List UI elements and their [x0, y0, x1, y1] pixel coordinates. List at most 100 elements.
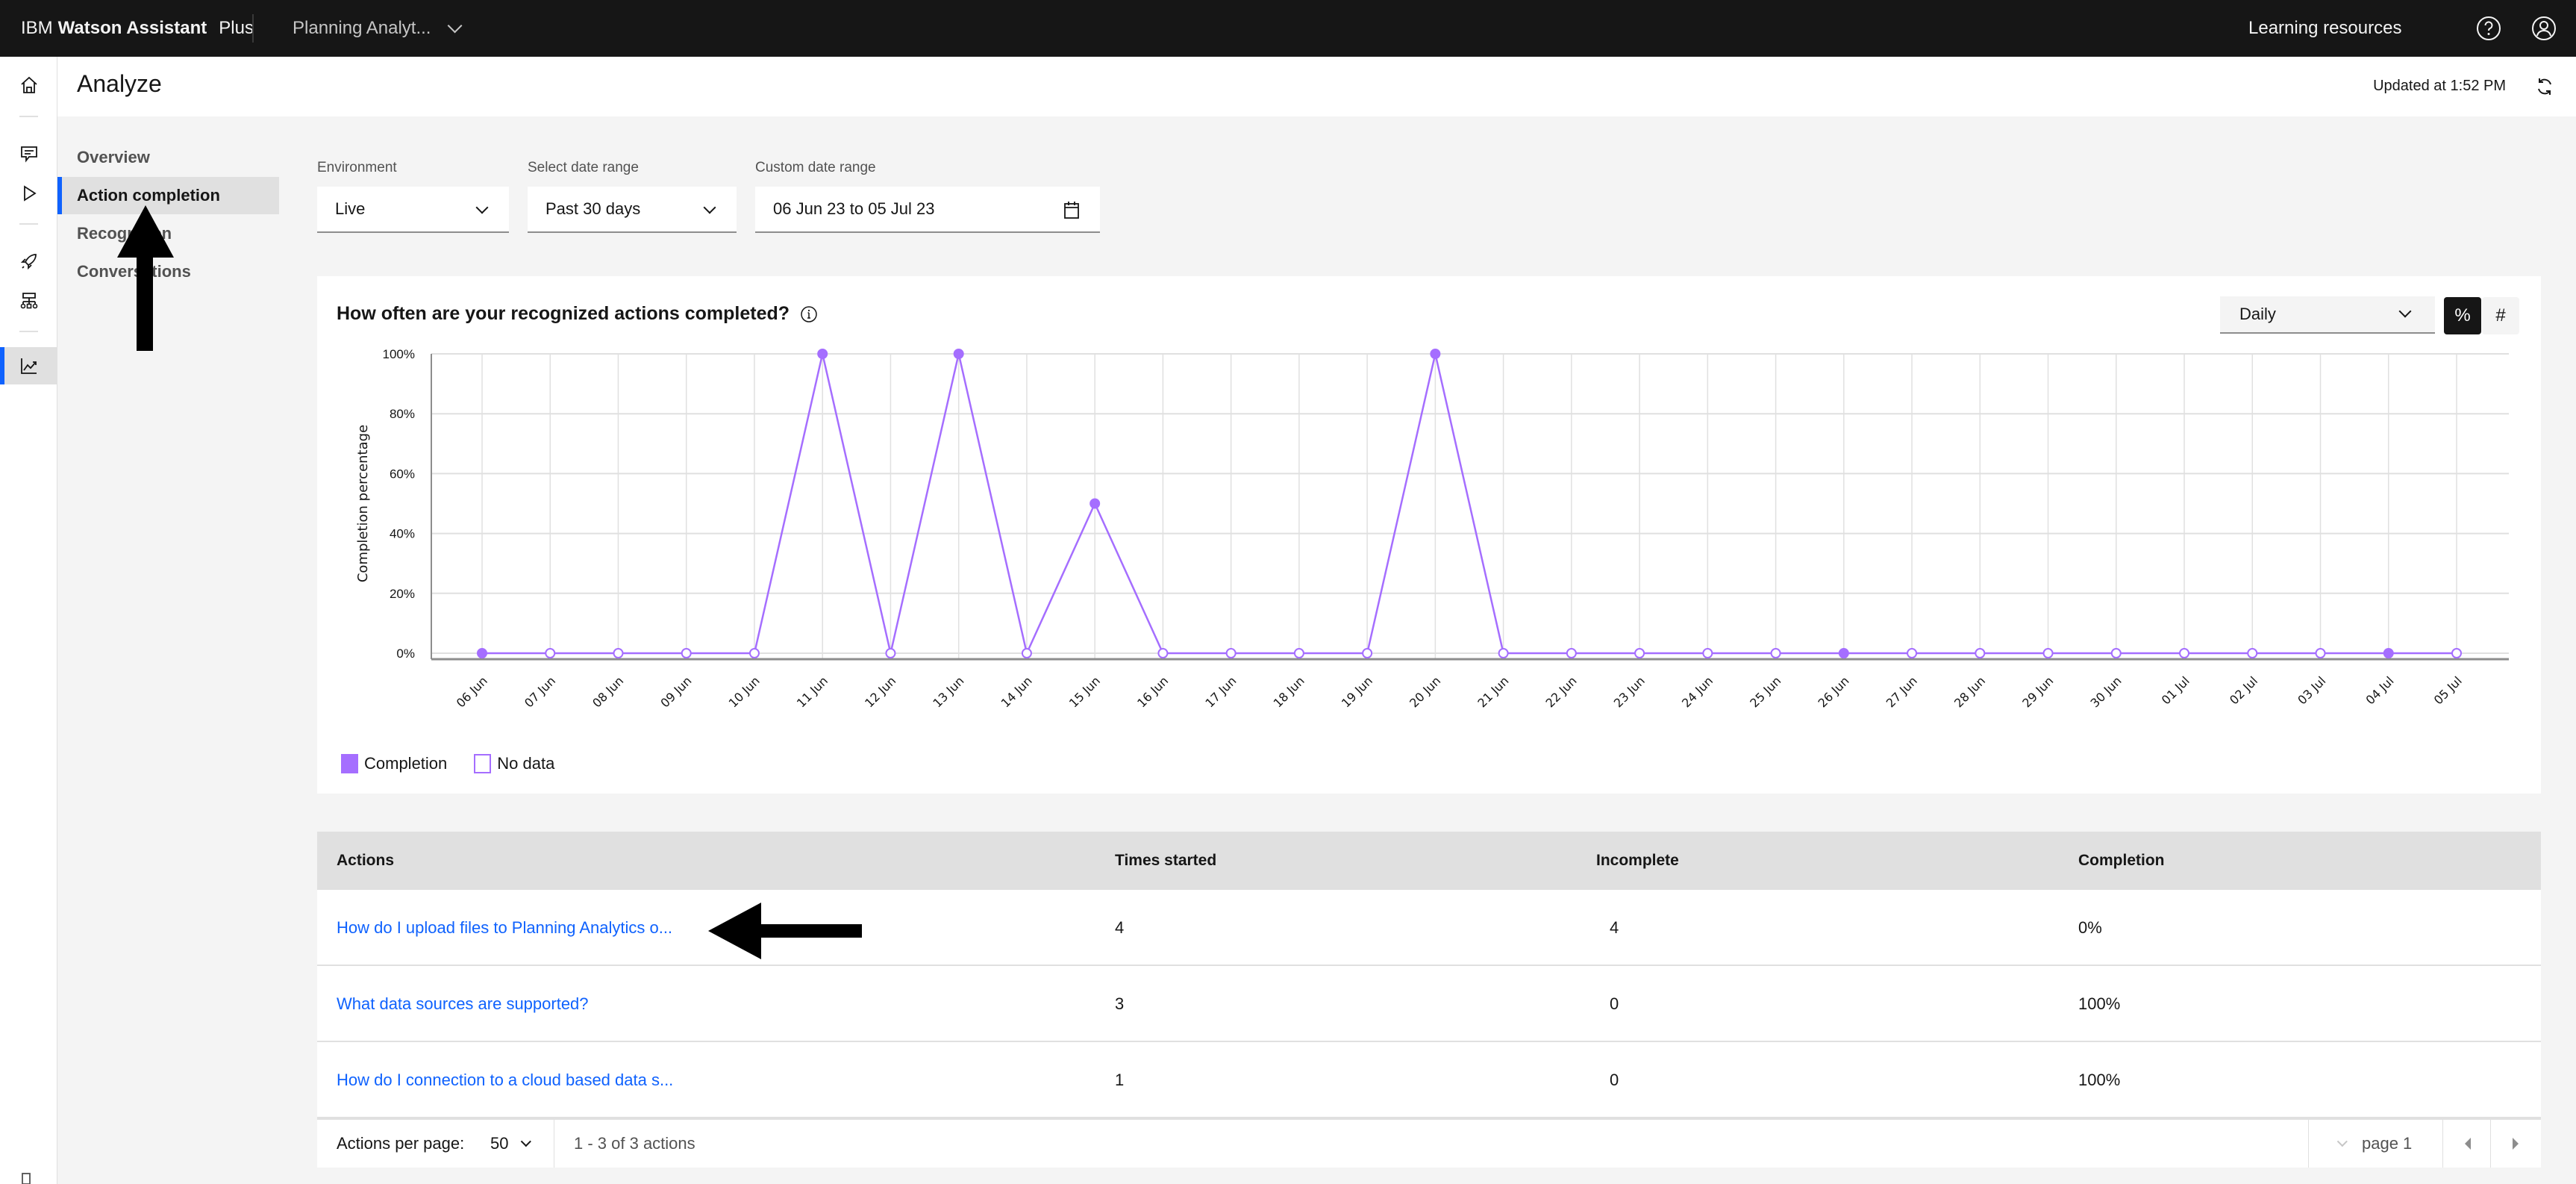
pager-divider [2442, 1120, 2443, 1168]
chevron-down-icon [475, 201, 489, 214]
x-tick-label: 30 Jun [2088, 673, 2125, 710]
y-tick-label: 20% [390, 587, 415, 601]
no-data-point [1770, 648, 1781, 658]
rail-publish[interactable] [0, 243, 57, 280]
completion-series-line [482, 353, 2457, 656]
incomplete-cell: 4 [1610, 918, 1619, 937]
table-row: How do I upload files to Planning Analyt… [317, 890, 2541, 966]
rocket-icon [20, 254, 37, 270]
data-point [817, 349, 828, 359]
no-data-point [1907, 648, 1918, 658]
x-tick-label: 08 Jun [590, 673, 626, 710]
user-avatar-icon[interactable] [2530, 15, 2557, 42]
play-icon [23, 185, 37, 202]
rail-home[interactable] [0, 66, 57, 104]
rail-divider [19, 116, 38, 117]
column-header-times-started[interactable]: Times started [1115, 832, 1216, 890]
percent-toggle[interactable]: % [2444, 297, 2481, 334]
subnav-action-completion[interactable]: Action completion [57, 177, 279, 214]
rail-analyze[interactable] [0, 347, 57, 384]
no-data-point [1498, 648, 1509, 658]
chart-title: How often are your recognized actions co… [337, 303, 818, 325]
hierarchy-icon [20, 293, 37, 309]
action-link[interactable]: How do I connection to a cloud based dat… [337, 1042, 673, 1118]
x-tick-label: 24 Jun [1679, 673, 1716, 710]
per-page-value: 50 [490, 1134, 509, 1153]
environment-value: Live [335, 199, 366, 218]
action-link[interactable]: How do I upload files to Planning Analyt… [337, 890, 672, 966]
x-tick-label: 13 Jun [930, 673, 966, 710]
data-point [1090, 498, 1101, 509]
granularity-dropdown[interactable]: Daily [2220, 296, 2435, 334]
action-link[interactable]: What data sources are supported? [337, 966, 589, 1042]
brand-name: Watson Assistant [57, 18, 207, 38]
x-tick-label: 10 Jun [726, 673, 763, 710]
page-select[interactable]: page 1 [2336, 1120, 2412, 1168]
incomplete-cell: 0 [1610, 994, 1619, 1013]
no-data-point [1021, 648, 1032, 658]
legend-swatch-no-data [474, 754, 492, 773]
no-data-point [2179, 648, 2190, 658]
column-header-actions[interactable]: Actions [337, 832, 394, 890]
data-point [953, 349, 964, 359]
product-brand[interactable]: IBM Watson Assistant Plus [21, 0, 254, 57]
no-data-point [681, 648, 692, 658]
environment-dropdown[interactable]: Live [317, 187, 509, 233]
legend-label-completion: Completion [364, 754, 448, 773]
column-header-completion[interactable]: Completion [2078, 832, 2165, 890]
rail-preview[interactable] [0, 175, 57, 212]
no-data-point [2451, 648, 2462, 658]
no-data-point [2042, 648, 2054, 658]
count-toggle[interactable]: # [2482, 297, 2519, 334]
assistant-name: Planning Analyt... [293, 18, 431, 38]
calendar-icon[interactable] [1063, 200, 1081, 219]
x-tick-label: 18 Jun [1271, 673, 1307, 710]
y-tick-label: 60% [390, 467, 415, 481]
x-tick-label: 23 Jun [1611, 673, 1648, 710]
completion-cell: 100% [2078, 1071, 2121, 1089]
analyze-subnav: Overview Action completion Recognition C… [57, 116, 287, 1184]
per-page-select[interactable]: 50 [490, 1120, 532, 1168]
completion-cell: 0% [2078, 918, 2102, 937]
caret-left-icon [2465, 1138, 2471, 1150]
date-range-dropdown[interactable]: Past 30 days [528, 187, 737, 233]
info-icon[interactable] [800, 305, 818, 323]
rail-divider [19, 331, 38, 332]
subnav-conversations[interactable]: Conversations [57, 253, 279, 290]
x-tick-label: 15 Jun [1066, 673, 1103, 710]
table-pagination: Actions per page: 50 1 - 3 of 3 actions … [317, 1118, 2541, 1168]
y-axis-label: Completion percentage [355, 425, 371, 582]
next-page-button[interactable] [2513, 1120, 2519, 1168]
granularity-value: Daily [2239, 305, 2276, 323]
no-data-point [1225, 648, 1237, 658]
x-tick-label: 20 Jun [1407, 673, 1443, 710]
y-tick-label: 80% [390, 407, 415, 421]
y-tick-label: 100% [383, 347, 415, 361]
pager-divider [2490, 1120, 2491, 1168]
assistant-switcher[interactable]: Planning Analyt... [293, 0, 463, 57]
times-started-cell: 4 [1115, 918, 1125, 937]
x-tick-label: 29 Jun [2019, 673, 2056, 710]
no-data-point [2110, 648, 2122, 658]
previous-page-button[interactable] [2465, 1120, 2471, 1168]
help-icon[interactable] [2475, 15, 2502, 42]
x-tick-label: 22 Jun [1543, 673, 1580, 710]
data-point [2383, 648, 2394, 658]
rail-environments[interactable] [0, 282, 57, 320]
brand-plan: Plus [219, 18, 254, 38]
refresh-icon[interactable] [2533, 75, 2557, 99]
subnav-overview[interactable]: Overview [57, 139, 279, 176]
column-header-incomplete[interactable]: Incomplete [1596, 832, 1679, 890]
chevron-down-icon [521, 1136, 532, 1147]
no-data-point [2247, 648, 2258, 658]
learning-resources-link[interactable]: Learning resources [2248, 0, 2401, 57]
no-data-point [885, 648, 896, 658]
x-tick-label: 09 Jun [657, 673, 694, 710]
custom-date-range-input[interactable]: 06 Jun 23 to 05 Jul 23 [755, 187, 1100, 233]
x-tick-label: 16 Jun [1134, 673, 1171, 710]
rail-actions[interactable] [0, 135, 57, 172]
subnav-recognition[interactable]: Recognition [57, 215, 279, 252]
collapse-icon[interactable] [21, 1172, 39, 1184]
no-data-point [1702, 648, 1713, 658]
incomplete-cell: 0 [1610, 1071, 1619, 1089]
